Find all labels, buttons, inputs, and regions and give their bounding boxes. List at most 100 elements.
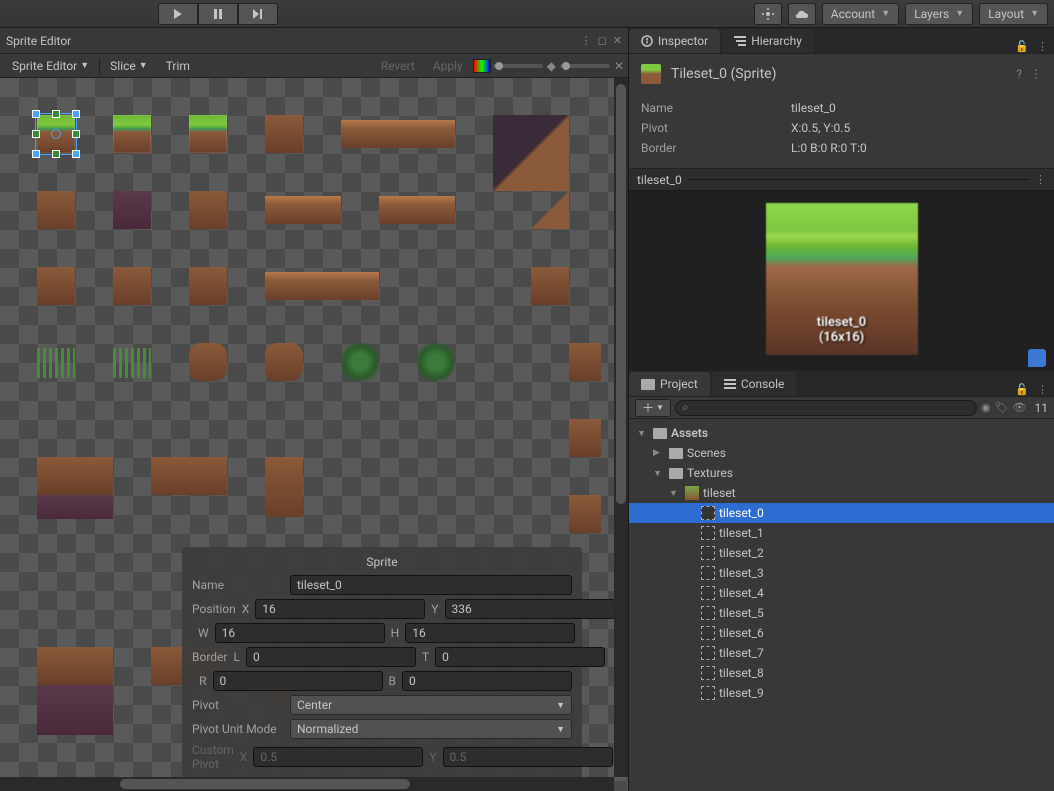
- tree-row-tileset[interactable]: ▼ tileset: [629, 483, 1054, 503]
- tile[interactable]: [189, 267, 227, 305]
- selection-handle-e[interactable]: [72, 130, 80, 138]
- pause-button[interactable]: [198, 3, 238, 25]
- tile[interactable]: [341, 343, 379, 381]
- tree-row-sprite[interactable]: tileset_2: [629, 543, 1054, 563]
- selection-rect[interactable]: [35, 113, 77, 155]
- tile[interactable]: [379, 196, 455, 224]
- canvas-hscroll[interactable]: [0, 777, 614, 791]
- expand-toggle[interactable]: ▶: [653, 448, 665, 458]
- selection-handle-s[interactable]: [52, 150, 60, 158]
- tile[interactable]: [37, 495, 113, 519]
- position-h-input[interactable]: [405, 623, 575, 643]
- layers-dropdown[interactable]: Layers ▼: [905, 3, 973, 25]
- tree-row-sprite[interactable]: tileset_7: [629, 643, 1054, 663]
- lock-icon[interactable]: 🔓: [1015, 40, 1029, 53]
- pivot-select[interactable]: Center▼: [290, 695, 572, 715]
- tree-row-scenes[interactable]: ▶ Scenes: [629, 443, 1054, 463]
- position-w-input[interactable]: [215, 623, 385, 643]
- tree-row-textures[interactable]: ▼ Textures: [629, 463, 1054, 483]
- tree-row-sprite[interactable]: tileset_4: [629, 583, 1054, 603]
- maximize-icon[interactable]: ◻: [598, 34, 607, 47]
- alpha-slider[interactable]: ◆ ✕: [493, 59, 624, 73]
- tree-row-sprite[interactable]: tileset_6: [629, 623, 1054, 643]
- border-b-input[interactable]: [402, 671, 572, 691]
- context-menu-icon[interactable]: ⋮: [1037, 383, 1048, 396]
- sprite-canvas[interactable]: Sprite Name Position X Y W H: [0, 78, 628, 791]
- step-button[interactable]: [238, 3, 278, 25]
- context-menu-icon[interactable]: ⋮: [581, 34, 592, 47]
- tile[interactable]: [37, 348, 75, 378]
- filter-by-type-icon[interactable]: ◉: [981, 401, 991, 414]
- tab-project[interactable]: Project: [629, 372, 710, 396]
- play-button[interactable]: [158, 3, 198, 25]
- expand-toggle[interactable]: ▼: [669, 488, 681, 499]
- tree-row-sprite[interactable]: tileset_3: [629, 563, 1054, 583]
- tile[interactable]: [37, 685, 113, 735]
- tile[interactable]: [531, 191, 569, 229]
- selection-handle-sw[interactable]: [32, 150, 40, 158]
- tile[interactable]: [113, 267, 151, 305]
- tile[interactable]: [113, 191, 151, 229]
- context-menu-icon[interactable]: ⋮: [1037, 40, 1048, 53]
- project-search-input[interactable]: [675, 400, 977, 416]
- scrollbar-thumb[interactable]: [120, 779, 410, 789]
- project-tree[interactable]: ▼ Assets ▶ Scenes ▼ Textures ▼ tileset: [629, 419, 1054, 791]
- border-t-input[interactable]: [435, 647, 605, 667]
- add-asset-button[interactable]: ＋▼: [635, 399, 671, 417]
- name-input[interactable]: [290, 575, 572, 595]
- tile[interactable]: [569, 495, 601, 533]
- tile[interactable]: [265, 343, 303, 381]
- tree-row-assets[interactable]: ▼ Assets: [629, 423, 1054, 443]
- selection-handle-w[interactable]: [32, 130, 40, 138]
- position-x-input[interactable]: [255, 599, 425, 619]
- tile[interactable]: [265, 115, 303, 153]
- tile[interactable]: [189, 343, 227, 381]
- apply-button[interactable]: Apply: [425, 56, 471, 76]
- tree-row-sprite[interactable]: tileset_1: [629, 523, 1054, 543]
- tag-icon[interactable]: [1028, 349, 1046, 367]
- hidden-packages-icon[interactable]: 👁: [1013, 401, 1027, 414]
- tile[interactable]: [569, 343, 601, 381]
- pivot-unit-select[interactable]: Normalized▼: [290, 719, 572, 739]
- tree-row-sprite[interactable]: tileset_0: [629, 503, 1054, 523]
- tile[interactable]: [493, 115, 569, 191]
- tile[interactable]: [189, 191, 227, 229]
- tile[interactable]: [37, 267, 75, 305]
- lock-icon[interactable]: 🔓: [1015, 383, 1029, 396]
- canvas-vscroll[interactable]: [614, 78, 628, 777]
- tile[interactable]: [37, 647, 113, 685]
- cloud-icon-button[interactable]: [788, 3, 816, 25]
- context-menu-icon[interactable]: ⋮: [1035, 173, 1046, 186]
- revert-button[interactable]: Revert: [373, 56, 423, 76]
- tile[interactable]: [265, 272, 379, 300]
- position-y-input[interactable]: [445, 599, 615, 619]
- color-swatch[interactable]: [473, 59, 491, 73]
- account-dropdown[interactable]: Account ▼: [822, 3, 899, 25]
- tile[interactable]: [37, 191, 75, 229]
- tile[interactable]: [151, 457, 227, 495]
- tile[interactable]: [417, 343, 455, 381]
- selection-handle-n[interactable]: [52, 110, 60, 118]
- tile[interactable]: [113, 348, 151, 378]
- slice-dropdown[interactable]: Slice▼: [102, 56, 156, 76]
- tile[interactable]: [531, 267, 569, 305]
- border-l-input[interactable]: [246, 647, 416, 667]
- selection-handle-ne[interactable]: [72, 110, 80, 118]
- trim-button[interactable]: Trim: [158, 56, 198, 76]
- tab-hierarchy[interactable]: Hierarchy: [722, 29, 814, 53]
- filter-by-label-icon[interactable]: 🏷: [995, 401, 1009, 414]
- tile[interactable]: [37, 457, 113, 495]
- expand-toggle[interactable]: ▼: [637, 428, 649, 439]
- selection-handle-se[interactable]: [72, 150, 80, 158]
- context-menu-icon[interactable]: ⋮: [1030, 67, 1042, 81]
- tile[interactable]: [265, 196, 341, 224]
- layout-dropdown[interactable]: Layout ▼: [979, 3, 1048, 25]
- border-r-input[interactable]: [213, 671, 383, 691]
- tab-inspector[interactable]: Inspector: [629, 29, 720, 53]
- tree-row-sprite[interactable]: tileset_5: [629, 603, 1054, 623]
- help-icon[interactable]: ?: [1016, 67, 1022, 81]
- tile[interactable]: [265, 457, 303, 517]
- expand-toggle[interactable]: ▼: [653, 468, 665, 479]
- sprite-properties-panel[interactable]: Sprite Name Position X Y W H: [182, 547, 582, 783]
- pivot-handle[interactable]: [51, 129, 61, 139]
